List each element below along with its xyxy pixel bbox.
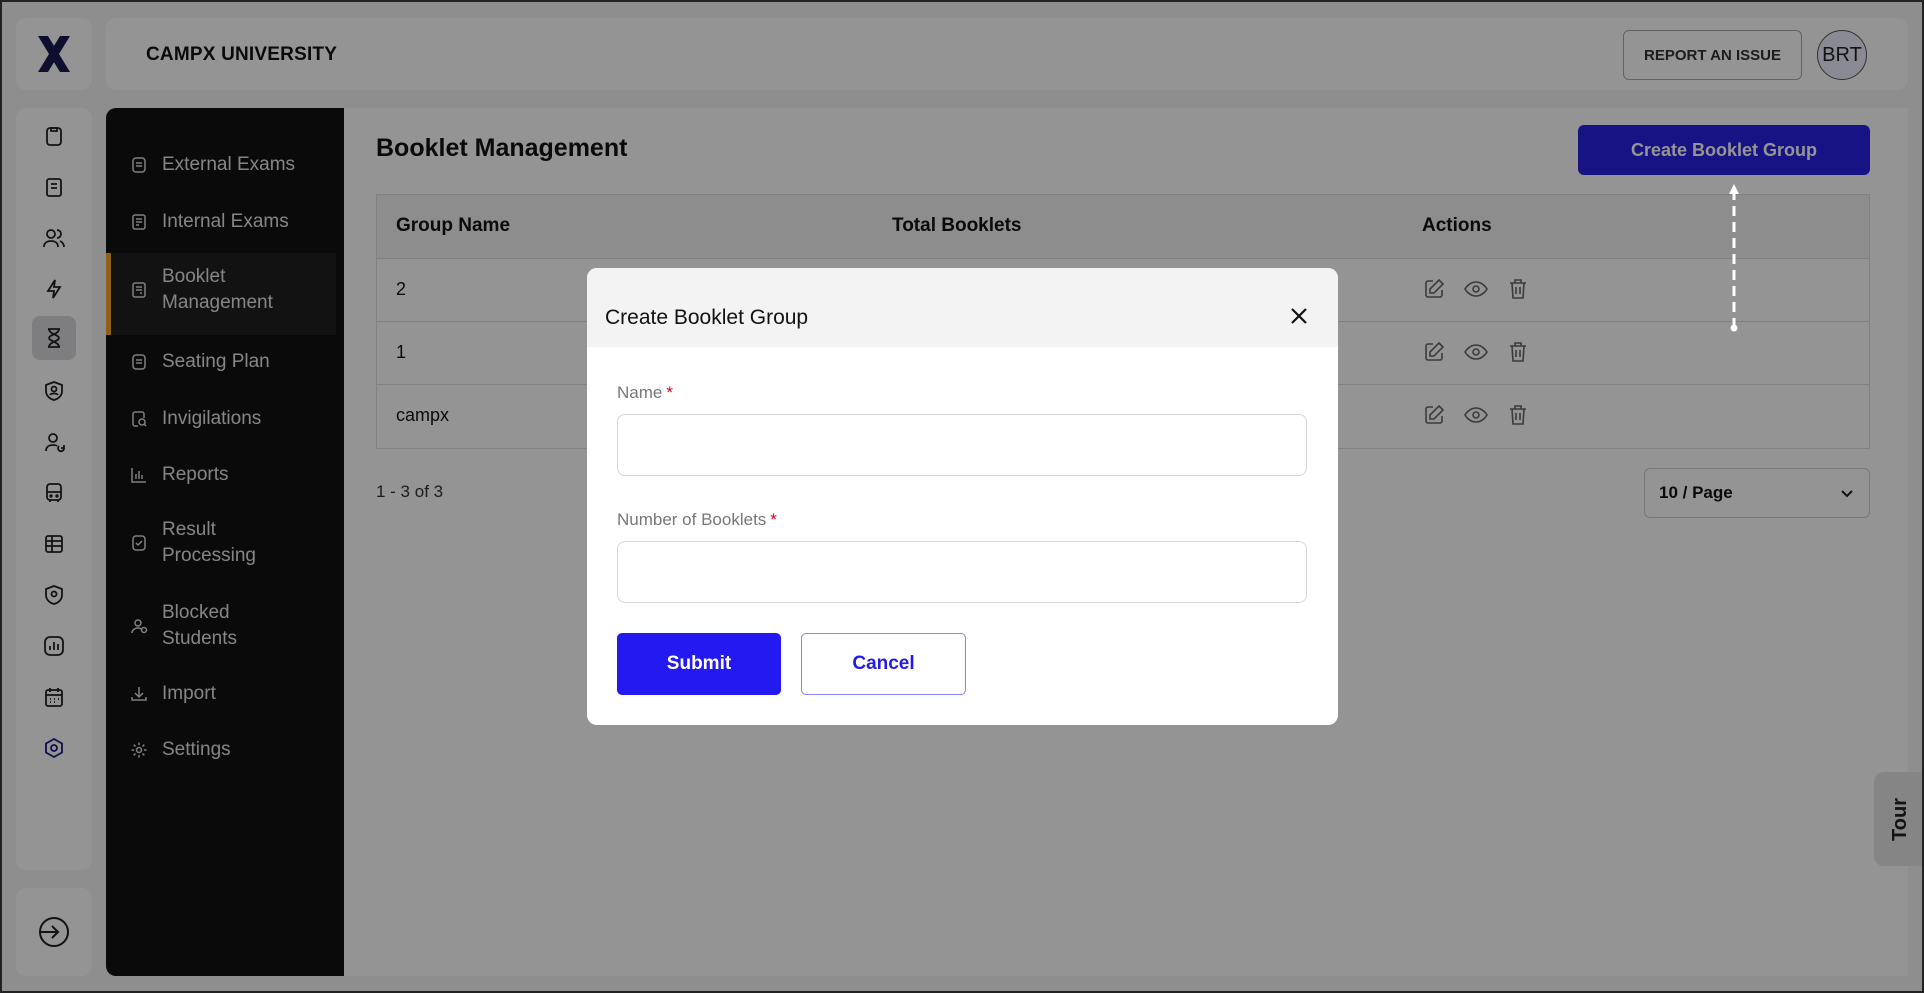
pointer-arrow-icon [1729, 184, 1739, 332]
name-field-label: Name * [617, 383, 673, 403]
cancel-button[interactable]: Cancel [801, 633, 966, 695]
dialog-title: Create Booklet Group [605, 306, 809, 329]
create-booklet-group-dialog: Create Booklet Group Name * Number of Boo… [587, 268, 1338, 725]
name-input[interactable] [617, 414, 1307, 476]
booklets-label-text: Number of Booklets [617, 510, 767, 529]
name-label-text: Name [617, 383, 663, 402]
submit-button[interactable]: Submit [617, 633, 781, 695]
close-icon[interactable] [1287, 304, 1311, 328]
required-marker: * [666, 383, 673, 402]
booklets-field-label: Number of Booklets * [617, 510, 777, 530]
number-of-booklets-input[interactable] [617, 541, 1307, 603]
required-marker: * [770, 510, 777, 529]
dialog-header: Create Booklet Group [587, 268, 1338, 347]
